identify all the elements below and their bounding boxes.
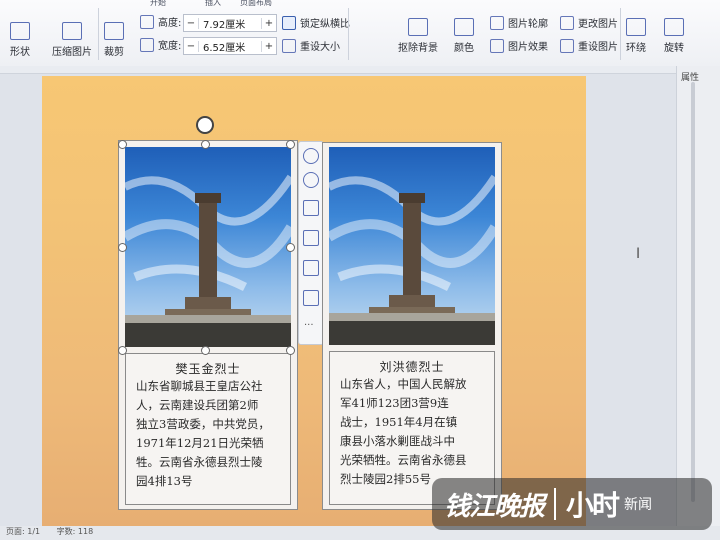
height-decrease-button[interactable]: −	[184, 17, 199, 29]
resize-handle[interactable]	[286, 243, 295, 252]
watermark-xiaoshi: 小时	[566, 489, 620, 522]
picture-options-icon[interactable]	[303, 290, 319, 306]
resize-handle[interactable]	[118, 346, 127, 355]
shape-icon	[10, 22, 30, 40]
compress-icon	[62, 22, 82, 40]
resize-handle[interactable]	[286, 346, 295, 355]
width-label: 宽度:	[140, 37, 181, 52]
picture-effect-button[interactable]: 图片效果	[490, 38, 548, 53]
biography-text: 山东省聊城县王皇店公社 人，云南建设兵团第2师 独立3营政委，中共党员， 197…	[136, 379, 270, 488]
ribbon-toolbar: 开始 插入 页面布局 形状 压缩图片 裁剪 高度: − 7.92厘米 + 宽度:…	[0, 0, 720, 67]
color-icon	[454, 18, 474, 36]
more-icon[interactable]: ···	[304, 320, 314, 331]
resize-handle[interactable]	[118, 243, 127, 252]
watermark-news: 新闻	[624, 497, 653, 513]
floating-picture-toolbar: ···	[298, 141, 324, 345]
vertical-scrollbar[interactable]	[691, 82, 695, 502]
wrap-icon	[626, 18, 646, 36]
watermark-brand: 钱江晚报	[444, 491, 545, 522]
reset-picture-icon	[560, 38, 574, 53]
tab-page-layout[interactable]: 页面布局	[240, 0, 272, 8]
monument-photo[interactable]	[125, 147, 291, 347]
martyr-name: 刘洪德烈士	[379, 360, 445, 374]
ribbon-tabs: 开始 插入 页面布局	[0, 0, 720, 8]
crop-button[interactable]: 裁剪	[104, 22, 124, 58]
change-picture-button[interactable]: 更改图片	[560, 15, 618, 30]
reset-size-icon	[282, 38, 296, 53]
width-value[interactable]: 6.52厘米	[199, 39, 261, 54]
zoom-in-icon[interactable]	[303, 172, 319, 188]
color-button[interactable]: 颜色	[454, 18, 474, 54]
resize-handle[interactable]	[118, 140, 127, 149]
text-cursor-icon: I	[636, 246, 641, 262]
separator	[98, 8, 99, 60]
remove-background-icon	[408, 18, 428, 36]
height-value[interactable]: 7.92厘米	[199, 16, 261, 31]
picture-outline-button[interactable]: 图片轮廓	[490, 15, 548, 30]
word-count: 字数: 118	[56, 527, 94, 536]
biography-textbox[interactable]: 樊玉金烈士 山东省聊城县王皇店公社 人，云南建设兵团第2师 独立3营政委，中共党…	[125, 353, 291, 505]
resize-handle[interactable]	[201, 346, 210, 355]
tab-start[interactable]: 开始	[150, 0, 166, 8]
rotate-handle-icon[interactable]	[196, 116, 214, 134]
shape-button[interactable]: 形状	[10, 22, 30, 58]
monument-photo[interactable]	[329, 147, 495, 345]
separator	[348, 8, 349, 60]
link-icon[interactable]	[303, 230, 319, 246]
tab-insert[interactable]: 插入	[205, 0, 221, 8]
height-increase-button[interactable]: +	[261, 17, 276, 29]
wrap-button[interactable]: 环绕	[626, 18, 646, 54]
biography-text: 山东省人，中国人民解放 军41师123团3营9连 战士，1951年4月在镇 康县…	[340, 377, 467, 486]
martyr-name: 樊玉金烈士	[175, 362, 241, 376]
memorial-card-right[interactable]: 刘洪德烈士 山东省人，中国人民解放 军41师123团3营9连 战士，1951年4…	[322, 142, 502, 510]
remove-background-button[interactable]: 抠除背景	[398, 18, 438, 54]
height-stepper[interactable]: − 7.92厘米 +	[183, 14, 277, 32]
width-icon	[140, 37, 154, 52]
picture-outline-icon	[490, 15, 504, 30]
lock-ratio-checkbox[interactable]: 锁定纵横比	[282, 15, 350, 30]
resize-handle[interactable]	[286, 140, 295, 149]
reset-picture-button[interactable]: 重设图片	[560, 38, 618, 53]
horizontal-ruler[interactable]	[0, 66, 720, 74]
width-stepper[interactable]: − 6.52厘米 +	[183, 37, 277, 55]
width-decrease-button[interactable]: −	[184, 40, 199, 52]
watermark-divider	[554, 488, 557, 520]
reset-size-button[interactable]: 重设大小	[282, 38, 340, 53]
panel-title: 属性	[681, 73, 700, 83]
compress-picture-button[interactable]: 压缩图片	[52, 22, 92, 58]
watermark-logo: 钱江晚报 小时 新闻	[432, 478, 712, 530]
rotate-button[interactable]: 旋转	[664, 18, 684, 54]
memorial-card-left[interactable]: 樊玉金烈士 山东省聊城县王皇店公社 人，云南建设兵团第2师 独立3营政委，中共党…	[118, 140, 298, 510]
checkbox-icon	[282, 15, 296, 30]
height-icon	[140, 14, 154, 29]
monument-image	[125, 174, 291, 347]
crop-icon[interactable]	[303, 200, 319, 216]
properties-panel[interactable]: 属性	[676, 66, 720, 540]
page-count: 页面: 1/1	[6, 527, 41, 536]
crop-icon	[104, 22, 124, 40]
change-picture-icon	[560, 15, 574, 30]
picture-effect-icon	[490, 38, 504, 53]
resize-handle[interactable]	[201, 140, 210, 149]
height-label: 高度:	[140, 14, 181, 29]
rotate-icon	[664, 18, 684, 36]
monument-image	[329, 174, 495, 345]
layout-icon[interactable]	[303, 260, 319, 276]
width-increase-button[interactable]: +	[261, 40, 276, 52]
separator	[620, 8, 621, 60]
zoom-out-icon[interactable]	[303, 148, 319, 164]
